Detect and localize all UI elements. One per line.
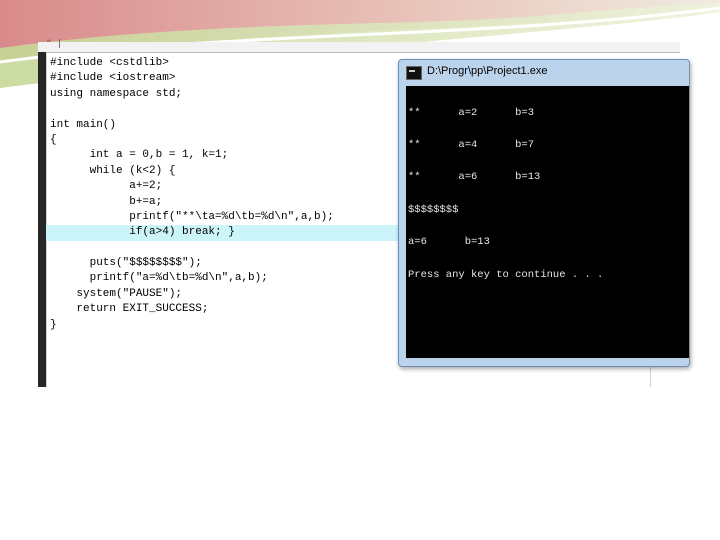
console-output-line: ** a=4 b=7 xyxy=(408,138,535,151)
console-output-line: a=6 b=13 xyxy=(408,236,490,249)
console-output-line: Press any key to continue . . . xyxy=(408,268,604,281)
console-output-line: $$$$$$$$ xyxy=(408,203,459,216)
console-output-line: ** a=2 b=3 xyxy=(408,106,535,119)
editor-scroll-edge xyxy=(650,365,651,387)
editor-tab-marker: " | xyxy=(46,39,63,49)
console-window-title: D:\Progr\pp\Project1.exe xyxy=(427,65,548,77)
editor-gutter xyxy=(38,52,46,387)
editor-top-bar: " | xyxy=(38,39,680,53)
console-app-icon xyxy=(406,66,422,80)
console-output: ** a=2 b=3 ** a=4 b=7 ** a=6 b=13 $$$$$$… xyxy=(408,86,603,302)
console-titlebar[interactable]: D:\Progr\pp\Project1.exe xyxy=(399,60,689,86)
console-window[interactable]: D:\Progr\pp\Project1.exe ** a=2 b=3 ** a… xyxy=(398,59,690,367)
console-output-line: ** a=6 b=13 xyxy=(408,171,541,184)
gutter-divider xyxy=(46,52,47,387)
console-output-area[interactable]: ** a=2 b=3 ** a=4 b=7 ** a=6 b=13 $$$$$$… xyxy=(406,86,689,358)
